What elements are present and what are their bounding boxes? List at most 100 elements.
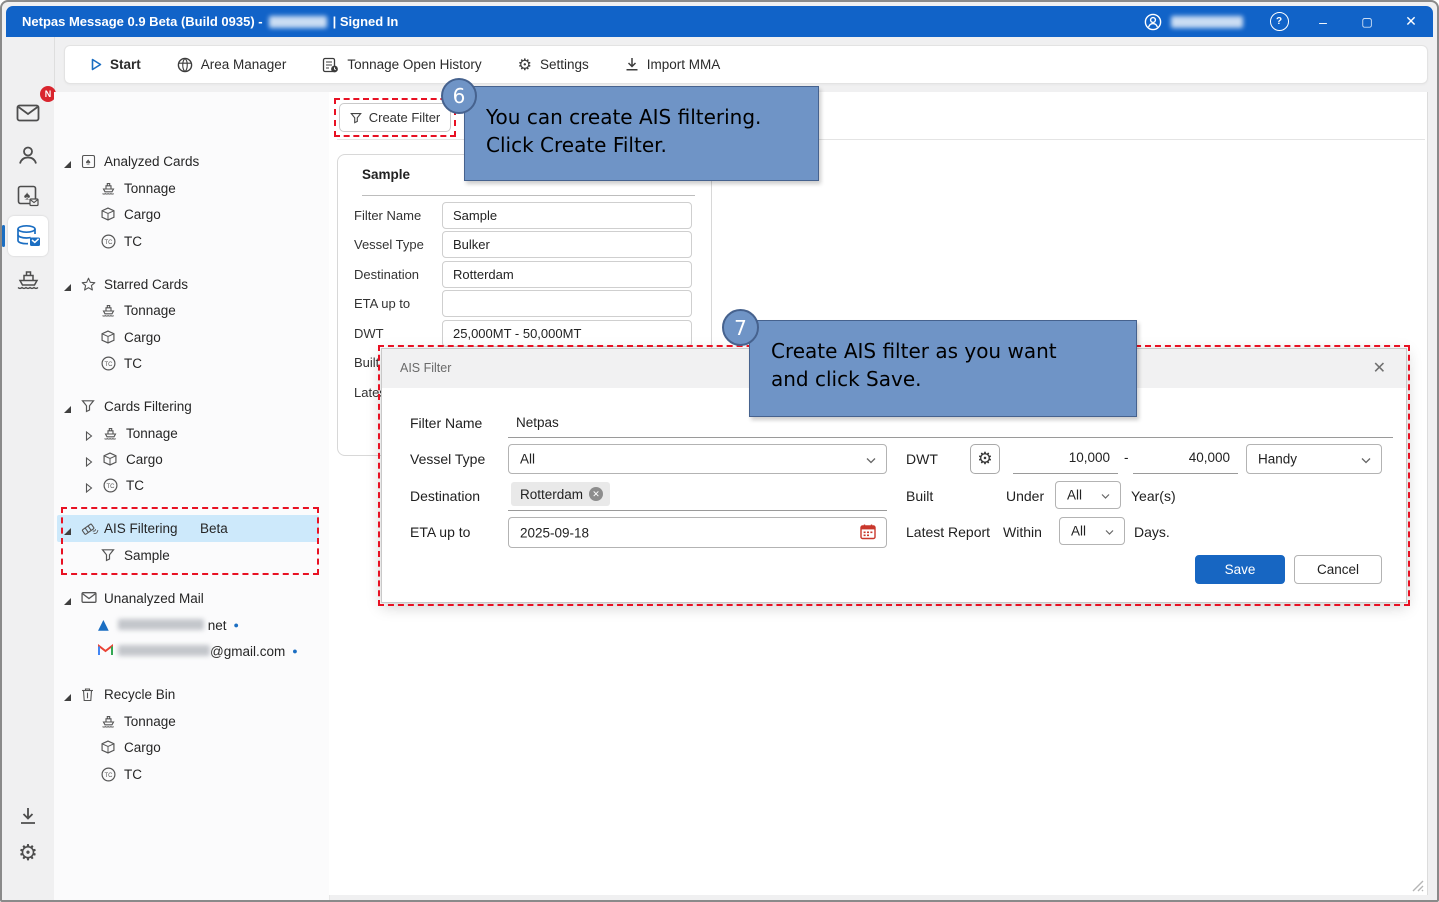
dwt-min-input[interactable]: 10,000 [1013, 450, 1118, 465]
toolbar: Start Area Manager Tonnage Open History … [64, 45, 1428, 84]
sidebar-item-recycle-bin[interactable]: Recycle Bin [54, 681, 327, 708]
dwt-max-input[interactable]: 40,000 [1133, 450, 1238, 465]
help-icon: ? [1270, 12, 1289, 31]
area-manager-button[interactable]: Area Manager [177, 57, 287, 73]
import-mma-button[interactable]: Import MMA [625, 57, 721, 72]
latest-report-days-select[interactable]: All [1059, 517, 1125, 545]
caret-expanded-icon[interactable] [63, 689, 72, 707]
caret-expanded-icon[interactable] [63, 523, 72, 541]
beta-badge: Beta [200, 521, 228, 536]
create-filter-button[interactable]: Create Filter [339, 103, 451, 132]
gear-icon: ⚙ [977, 449, 992, 469]
rail-download-button[interactable] [8, 796, 48, 836]
card-vessel-type-input[interactable]: Bulker [442, 231, 692, 258]
tonnage-open-history-button[interactable]: Tonnage Open History [322, 57, 481, 73]
sidebar-item-starred-cards[interactable]: Starred Cards [54, 271, 327, 298]
rail-settings-button[interactable]: ⚙ [8, 833, 48, 873]
card-divider [362, 195, 695, 196]
sidebar-item-recycle-tonnage[interactable]: Tonnage [54, 708, 327, 735]
caret-expanded-icon[interactable] [63, 593, 72, 611]
dwt-class-select[interactable]: Handy [1246, 444, 1382, 474]
sidebar-item-filtering-tc[interactable]: TC TC [54, 472, 327, 499]
chevron-down-icon [1105, 524, 1114, 539]
sidebar-item-mail-account-1[interactable]: ▲ net● [54, 612, 327, 639]
tooltip-step-6: You can create AIS filtering. Click Crea… [464, 86, 819, 181]
unread-dot: ● [292, 646, 297, 656]
mail-provider-a-icon: ▲ [98, 616, 109, 634]
caret-collapsed-icon[interactable] [85, 454, 93, 472]
sidebar-item-starred-cargo[interactable]: Cargo [54, 324, 327, 351]
vessel-type-select[interactable]: All [508, 444, 887, 474]
trash-icon [81, 687, 94, 707]
ship-icon [101, 714, 116, 733]
card-filter-name-input[interactable]: Sample [442, 202, 692, 229]
dwt-settings-button[interactable]: ⚙ [970, 444, 1000, 474]
sidebar-item-ais-filtering[interactable]: AIS Filtering Beta [54, 515, 327, 542]
close-button[interactable]: ✕ [1389, 6, 1433, 37]
svg-text:TC: TC [107, 484, 116, 490]
sidebar-item-analyzed-tc[interactable]: TC TC [54, 228, 327, 255]
filter-name-underline [508, 437, 1393, 438]
sidebar-item-ais-sample[interactable]: Sample [54, 542, 327, 569]
card-dwt-input[interactable]: 25,000MT - 50,000MT [442, 320, 692, 347]
star-icon [81, 277, 96, 297]
start-button[interactable]: Start [91, 57, 141, 72]
tc-icon: TC [103, 478, 118, 498]
cargo-icon [101, 740, 115, 759]
settings-button[interactable]: ⚙ Settings [518, 55, 589, 75]
left-icon-rail: N ♠ ⚙ [2, 37, 55, 900]
sidebar-item-unanalyzed-mail[interactable]: Unanalyzed Mail [54, 585, 327, 612]
built-year-select[interactable]: All [1055, 481, 1121, 509]
ship-icon [16, 267, 41, 290]
ship-icon [103, 426, 118, 445]
remove-tag-icon[interactable]: ✕ [589, 487, 603, 501]
rail-contacts-button[interactable] [8, 135, 48, 175]
resize-grip[interactable] [1410, 878, 1424, 892]
sidebar-item-recycle-cargo[interactable]: Cargo [54, 734, 327, 761]
calendar-icon[interactable] [860, 523, 876, 542]
sidebar-item-analyzed-cargo[interactable]: Cargo [54, 201, 327, 228]
card-destination-input[interactable]: Rotterdam [442, 261, 692, 288]
card-eta-input[interactable] [442, 290, 692, 317]
sidebar-item-filtering-cargo[interactable]: Cargo [54, 446, 327, 473]
database-mail-icon [15, 224, 41, 248]
sidebar-item-mail-account-2[interactable]: @gmail.com● [54, 638, 327, 665]
sidebar-item-cards-filtering[interactable]: Cards Filtering [54, 393, 327, 420]
dialog-filter-name-input[interactable]: Netpas [516, 415, 559, 430]
svg-text:TC: TC [105, 240, 114, 246]
rail-database-button-selected[interactable] [8, 216, 48, 256]
sidebar-item-starred-tc[interactable]: TC TC [54, 350, 327, 377]
sidebar-item-analyzed-tonnage[interactable]: Tonnage [54, 175, 327, 202]
app-title-text: Netpas Message 0.9 Beta (Build 0935) - [22, 14, 263, 29]
eta-date-input[interactable]: 2025-09-18 [508, 517, 887, 548]
satellite-icon [81, 521, 99, 542]
sidebar-item-analyzed-cards[interactable]: ♠ Analyzed Cards [54, 148, 327, 175]
chevron-down-icon [866, 452, 876, 467]
user-account-icon[interactable] [1139, 6, 1167, 37]
caret-collapsed-icon[interactable] [85, 480, 93, 498]
caret-expanded-icon[interactable] [63, 156, 72, 174]
help-button[interactable]: ? [1257, 6, 1301, 37]
minimize-button[interactable]: – [1301, 6, 1345, 37]
rail-ship-button[interactable] [8, 258, 48, 298]
dialog-close-button[interactable]: ✕ [1373, 358, 1386, 378]
cargo-icon [101, 330, 115, 349]
save-button[interactable]: Save [1195, 555, 1285, 584]
caret-collapsed-icon[interactable] [85, 428, 93, 446]
filter-icon [81, 399, 95, 418]
globe-icon [177, 57, 193, 73]
destination-tag[interactable]: Rotterdam ✕ [511, 482, 610, 506]
cargo-icon [101, 207, 115, 226]
maximize-button[interactable]: ▢ [1345, 6, 1389, 37]
sidebar-item-starred-tonnage[interactable]: Tonnage [54, 297, 327, 324]
caret-expanded-icon[interactable] [63, 279, 72, 297]
rail-mail-button[interactable]: N [8, 93, 48, 133]
sidebar-item-filtering-tonnage[interactable]: Tonnage [54, 420, 327, 447]
tooltip-step-7: Create AIS filter as you want and click … [749, 320, 1137, 417]
rail-analyzed-cards-button[interactable]: ♠ [8, 176, 48, 216]
download-icon [625, 57, 639, 72]
app-window: Netpas Message 0.9 Beta (Build 0935) - |… [0, 0, 1439, 902]
cancel-button[interactable]: Cancel [1294, 555, 1382, 584]
caret-expanded-icon[interactable] [63, 401, 72, 419]
sidebar-item-recycle-tc[interactable]: TC TC [54, 761, 327, 788]
